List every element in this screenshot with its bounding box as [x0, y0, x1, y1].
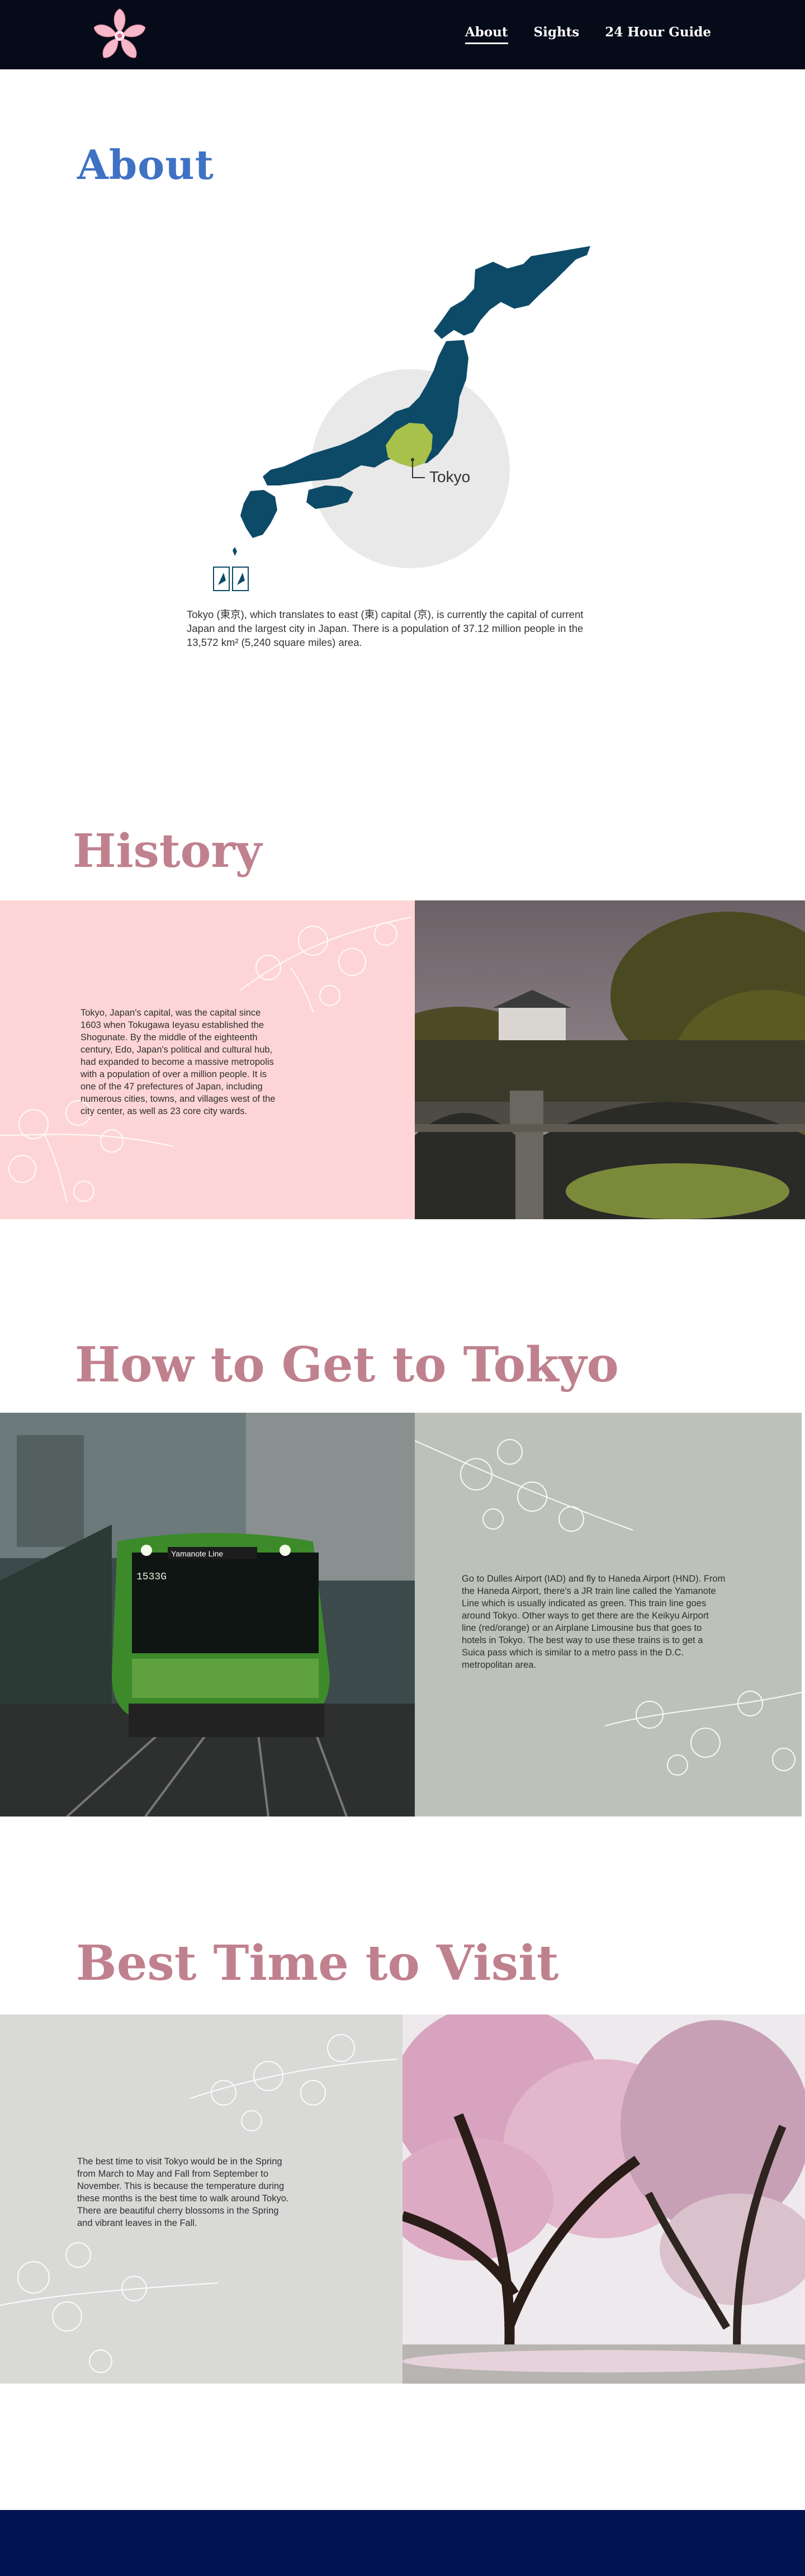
about-title: About: [77, 141, 214, 188]
best-time-text-panel: The best time to visit Tokyo would be in…: [0, 2014, 402, 2384]
train-number: 1533G: [136, 1572, 167, 1583]
best-time-text: The best time to visit Tokyo would be in…: [77, 2157, 289, 2228]
yamanote-train-photo: Yamanote Line 1533G: [0, 1413, 415, 1817]
cherry-blossom-trees-photo: [402, 2014, 805, 2384]
nav-link-sights[interactable]: Sights: [534, 25, 580, 44]
history-title: History: [73, 824, 262, 878]
how-to-get-text: Go to Dulles Airport (IAD) and fly to Ha…: [462, 1574, 726, 1670]
nav-link-about[interactable]: About: [465, 25, 508, 44]
japan-map-image: Tokyo: [213, 246, 590, 591]
cherry-blossom-icon[interactable]: [89, 4, 150, 65]
about-description: Tokyo (東京), which translates to east (東)…: [187, 608, 584, 648]
history-text: Tokyo, Japan's capital, was the capital …: [80, 1008, 276, 1116]
history-text-panel: Tokyo, Japan's capital, was the capital …: [0, 900, 415, 1219]
train-line-sign: Yamanote Line: [171, 1549, 223, 1558]
how-to-get-text-panel: Go to Dulles Airport (IAD) and fly to Ha…: [415, 1413, 802, 1817]
tokyo-map-label: Tokyo: [429, 468, 470, 485]
nav-link-24-hour-guide[interactable]: 24 Hour Guide: [605, 25, 711, 44]
best-time-title: Best Time to Visit: [76, 1935, 559, 1992]
page-footer: [0, 2510, 805, 2576]
how-to-get-title: How to Get to Tokyo: [75, 1337, 619, 1393]
imperial-palace-bridge-photo: [415, 900, 805, 1219]
top-navigation-bar: About Sights 24 Hour Guide: [0, 0, 805, 69]
nav-links: About Sights 24 Hour Guide: [465, 25, 711, 44]
